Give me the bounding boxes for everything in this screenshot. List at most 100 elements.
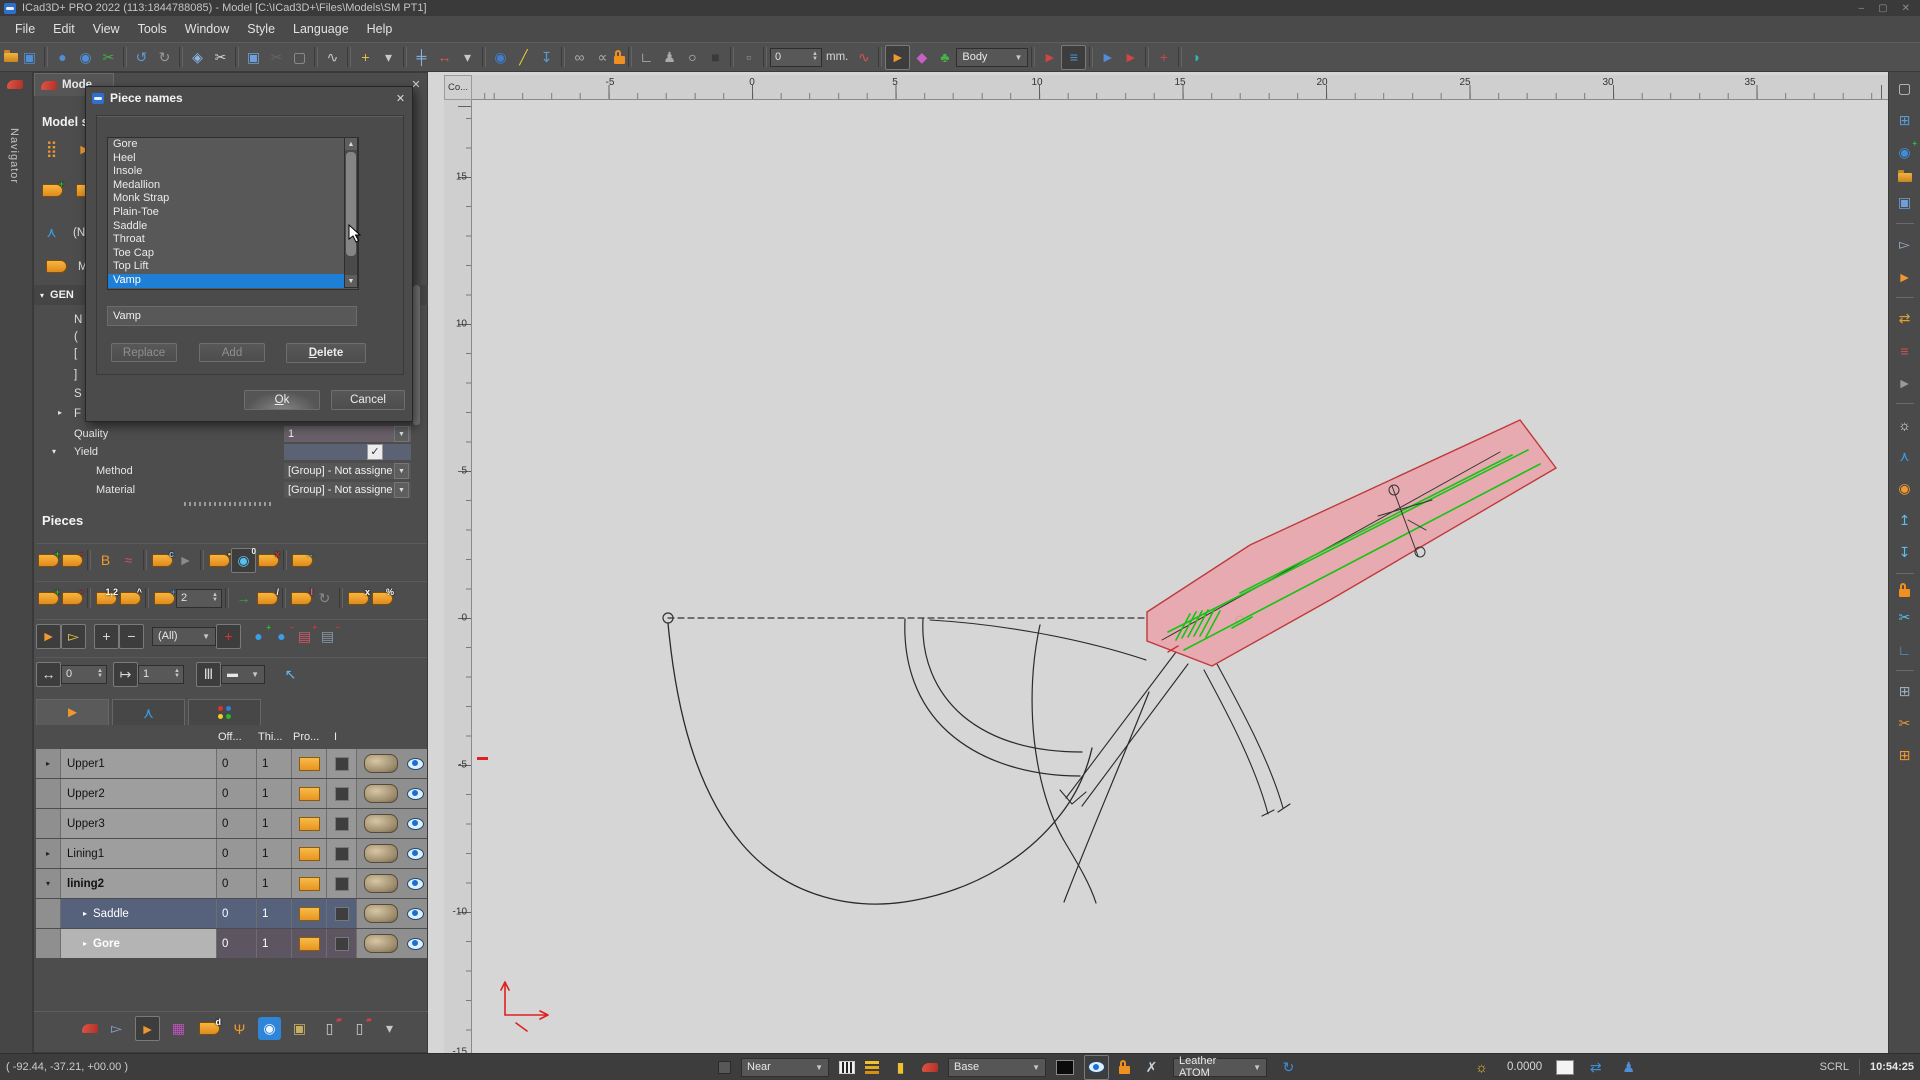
- selected-flag-icon[interactable]: ►: [885, 45, 910, 70]
- piece-lines-icon[interactable]: ≈: [117, 549, 140, 572]
- tools-icon[interactable]: ✗: [1140, 1056, 1163, 1079]
- pattern-drawing[interactable]: [428, 72, 1888, 1053]
- profile-color-cell[interactable]: [291, 779, 326, 808]
- menu-edit[interactable]: Edit: [44, 19, 84, 39]
- piece-rename-icon[interactable]: ^: [118, 587, 142, 610]
- piece-gray-icon[interactable]: ►: [1893, 371, 1916, 394]
- row-checkbox[interactable]: [326, 929, 356, 958]
- yield-checkbox[interactable]: ✓: [367, 444, 383, 460]
- pieces-count-spinner[interactable]: 2▲▼: [176, 589, 222, 608]
- shoe-image-icon[interactable]: ▦: [167, 1017, 190, 1040]
- piece-active-icon[interactable]: ►: [135, 1016, 160, 1041]
- thickness-cell[interactable]: 1: [256, 929, 291, 958]
- row-checkbox[interactable]: [326, 779, 356, 808]
- stitches-icon[interactable]: Ψ: [228, 1017, 251, 1040]
- window-icon[interactable]: ▢: [1893, 77, 1916, 100]
- table-remove-icon[interactable]: ▤−: [316, 625, 339, 648]
- property-value[interactable]: [Group] - Not assigne: [284, 482, 411, 498]
- property-value[interactable]: 1: [284, 426, 411, 442]
- piece-name-item[interactable]: Insole: [108, 165, 358, 179]
- row-expander[interactable]: [36, 929, 60, 958]
- dropdown-arrow[interactable]: ▼: [394, 482, 409, 498]
- pieces-stack-icon[interactable]: ≡: [1893, 339, 1916, 362]
- visibility-eye-icon[interactable]: [404, 869, 427, 898]
- curves-icon[interactable]: ∿: [321, 46, 344, 69]
- piece-name-item[interactable]: Plain-Toe: [108, 206, 358, 220]
- offset-cell[interactable]: 0: [216, 899, 256, 928]
- pin-add-icon[interactable]: +: [354, 46, 377, 69]
- profile-color-cell[interactable]: [291, 749, 326, 778]
- piece-name-cell[interactable]: Upper1: [60, 749, 216, 778]
- filter-all-dropdown[interactable]: (All)▼: [152, 627, 216, 646]
- row-checkbox[interactable]: [326, 899, 356, 928]
- leaf-icon[interactable]: ♣: [933, 46, 956, 69]
- thickness-cell[interactable]: 1: [256, 809, 291, 838]
- pencil-icon[interactable]: ╱: [512, 46, 535, 69]
- scroll-up-button[interactable]: ▲: [345, 138, 357, 150]
- piece-name-item[interactable]: Vamp: [108, 274, 358, 288]
- pick-table-icon[interactable]: ↖: [279, 663, 302, 686]
- material-thumbnail[interactable]: [356, 779, 404, 808]
- more-dropdown-arrow[interactable]: ▾: [378, 1017, 401, 1040]
- blue-piece-icon[interactable]: ►: [1096, 46, 1119, 69]
- piece-name-cell[interactable]: ▸Gore: [60, 929, 216, 958]
- piece-name-item[interactable]: Saddle: [108, 220, 358, 234]
- piece-copy-gray-icon[interactable]: ►: [174, 549, 197, 572]
- model-none-row[interactable]: ⋏ (No: [40, 221, 92, 244]
- row-checkbox[interactable]: [326, 839, 356, 868]
- link-icon[interactable]: ∞: [568, 46, 591, 69]
- save-icon[interactable]: ▣: [18, 46, 41, 69]
- folder-gear-icon[interactable]: [1898, 173, 1912, 182]
- table-row-upper3[interactable]: Upper301: [36, 809, 427, 838]
- piece-magnet-icon[interactable]: d: [197, 1017, 221, 1040]
- white-swatch[interactable]: [1556, 1060, 1574, 1075]
- offset-cell[interactable]: 0: [216, 749, 256, 778]
- piece-orange-icon[interactable]: ►: [1893, 265, 1916, 288]
- lock-icon[interactable]: [614, 56, 625, 64]
- dropdown-arrow[interactable]: ▼: [394, 463, 409, 479]
- offset-cell[interactable]: 0: [216, 839, 256, 868]
- red-curve-icon[interactable]: ∿: [852, 46, 875, 69]
- doc-shoe1-icon[interactable]: ▯▰: [318, 1017, 341, 1040]
- washer-icon[interactable]: ◉: [258, 1017, 281, 1040]
- replace-button[interactable]: Replace: [111, 343, 177, 362]
- paste-icon[interactable]: ▢: [288, 46, 311, 69]
- sync-icon[interactable]: ⇄: [1584, 1056, 1607, 1079]
- globe-icon[interactable]: ◉: [489, 46, 512, 69]
- cut-line-icon[interactable]: ✂: [209, 46, 232, 69]
- tab-operations[interactable]: ⋏: [112, 699, 185, 725]
- material-thumbnail[interactable]: [356, 869, 404, 898]
- piece-copy-icon[interactable]: c: [150, 549, 174, 572]
- piece-name-cell[interactable]: Upper2: [60, 779, 216, 808]
- piece-cut2-icon[interactable]: x: [346, 587, 370, 610]
- material-thumbnail[interactable]: [356, 749, 404, 778]
- black-swatch[interactable]: [1056, 1060, 1074, 1075]
- body-dropdown[interactable]: Body▼: [956, 48, 1028, 67]
- piece-eye-icon[interactable]: ◉: [1893, 477, 1916, 500]
- piece-x-zero-icon[interactable]: x: [256, 549, 280, 572]
- visibility-eye-icon[interactable]: [404, 839, 427, 868]
- material-thumbnail[interactable]: [356, 929, 404, 958]
- table-row-upper1[interactable]: ▸Upper101: [36, 749, 427, 778]
- table-add-icon[interactable]: ▤+: [293, 625, 316, 648]
- piece-unlock-icon[interactable]: l: [289, 587, 313, 610]
- copy-icon[interactable]: ▣: [242, 46, 265, 69]
- piece-name-item[interactable]: Toe Cap: [108, 247, 358, 261]
- anchor-icon[interactable]: ♟: [658, 46, 681, 69]
- dimension-link-icon[interactable]: ↔: [433, 46, 456, 69]
- bulb-add-icon[interactable]: ◉+: [1893, 141, 1916, 164]
- eye-down-icon[interactable]: ↧: [1893, 541, 1916, 564]
- edit-node-icon[interactable]: ◈: [186, 46, 209, 69]
- width-spinner[interactable]: 0▲▼: [61, 665, 107, 684]
- linestyle-dropdown[interactable]: ▬▼: [221, 665, 265, 684]
- red-piece-status-icon[interactable]: [922, 1063, 938, 1072]
- piece-outline-icon[interactable]: ▻: [1893, 233, 1916, 256]
- visibility-toggle[interactable]: [1084, 1055, 1109, 1080]
- listbox-scrollbar[interactable]: ▲ ▼: [344, 137, 358, 288]
- piece-name-item[interactable]: Throat: [108, 233, 358, 247]
- zoom-out-button[interactable]: −: [119, 624, 144, 649]
- barcode-icon[interactable]: [839, 1061, 855, 1074]
- pattern-grid-icon[interactable]: ⣿: [40, 137, 63, 160]
- visibility-eye-icon[interactable]: [404, 779, 427, 808]
- menu-help[interactable]: Help: [358, 19, 402, 39]
